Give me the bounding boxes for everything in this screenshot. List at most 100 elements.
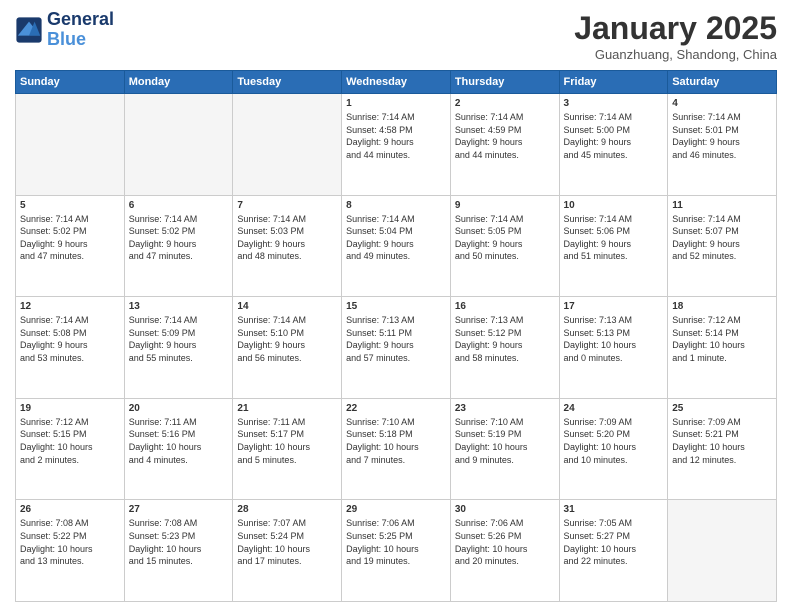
day-info: Sunrise: 7:14 AM Sunset: 5:00 PM Dayligh…: [564, 111, 664, 161]
day-number: 16: [455, 301, 555, 312]
day-number: 21: [237, 403, 337, 414]
calendar-cell-4-0: 26 Sunrise: 7:08 AM Sunset: 5:22 PM Dayli…: [16, 500, 125, 602]
logo-text: General Blue: [47, 10, 114, 50]
day-info: Sunrise: 7:09 AM Sunset: 5:20 PM Dayligh…: [564, 416, 664, 466]
day-info: Sunrise: 7:14 AM Sunset: 5:03 PM Dayligh…: [237, 213, 337, 263]
day-info: Sunrise: 7:13 AM Sunset: 5:12 PM Dayligh…: [455, 314, 555, 364]
calendar-cell-4-4: 30Sunrise: 7:06 AM Sunset: 5:26 PM Dayli…: [450, 500, 559, 602]
calendar-cell-4-3: 29 Sunrise: 7:06 AM Sunset: 5:25 PM Dayli…: [342, 500, 451, 602]
day-number: 5: [20, 200, 120, 211]
day-info: Sunrise: 7:10 AM Sunset: 5:18 PM Dayligh…: [346, 416, 446, 466]
day-info: Sunrise: 7:14 AM Sunset: 5:01 PM Dayligh…: [672, 111, 772, 161]
day-number: 13: [129, 301, 229, 312]
calendar-cell-3-0: 19Sunrise: 7:12 AM Sunset: 5:15 PM Dayli…: [16, 398, 125, 500]
day-info: Sunrise: 7:13 AM Sunset: 5:11 PM Dayligh…: [346, 314, 446, 364]
day-info: Sunrise: 7:10 AM Sunset: 5:19 PM Dayligh…: [455, 416, 555, 466]
calendar-cell-1-5: 10Sunrise: 7:14 AM Sunset: 5:06 PM Dayli…: [559, 195, 668, 297]
day-info: Sunrise: 7:14 AM Sunset: 5:02 PM Dayligh…: [20, 213, 120, 263]
day-info: Sunrise: 7:14 AM Sunset: 5:08 PM Dayligh…: [20, 314, 120, 364]
day-number: 4: [672, 98, 772, 109]
weekday-header-saturday: Saturday: [668, 71, 777, 94]
day-number: 20: [129, 403, 229, 414]
day-number: 18: [672, 301, 772, 312]
calendar-cell-2-5: 17Sunrise: 7:13 AM Sunset: 5:13 PM Dayli…: [559, 297, 668, 399]
page: General Blue January 2025 Guanzhuang, Sh…: [0, 0, 792, 612]
day-number: 7: [237, 200, 337, 211]
day-info: Sunrise: 7:14 AM Sunset: 4:59 PM Dayligh…: [455, 111, 555, 161]
calendar-table: SundayMondayTuesdayWednesdayThursdayFrid…: [15, 70, 777, 602]
calendar-cell-0-4: 2 Sunrise: 7:14 AM Sunset: 4:59 PM Daylig…: [450, 94, 559, 196]
calendar-cell-2-3: 15 Sunrise: 7:13 AM Sunset: 5:11 PM Dayli…: [342, 297, 451, 399]
day-number: 2: [455, 98, 555, 109]
day-info: Sunrise: 7:14 AM Sunset: 5:09 PM Dayligh…: [129, 314, 229, 364]
day-number: 30: [455, 504, 555, 515]
day-info: Sunrise: 7:14 AM Sunset: 5:10 PM Dayligh…: [237, 314, 337, 364]
weekday-header-thursday: Thursday: [450, 71, 559, 94]
day-info: Sunrise: 7:09 AM Sunset: 5:21 PM Dayligh…: [672, 416, 772, 466]
header: General Blue January 2025 Guanzhuang, Sh…: [15, 10, 777, 62]
calendar-cell-1-6: 11 Sunrise: 7:14 AM Sunset: 5:07 PM Dayli…: [668, 195, 777, 297]
calendar-cell-4-6: [668, 500, 777, 602]
day-info: Sunrise: 7:14 AM Sunset: 5:07 PM Dayligh…: [672, 213, 772, 263]
calendar-cell-1-1: 6Sunrise: 7:14 AM Sunset: 5:02 PM Daylig…: [124, 195, 233, 297]
calendar-cell-1-3: 8 Sunrise: 7:14 AM Sunset: 5:04 PM Daylig…: [342, 195, 451, 297]
day-info: Sunrise: 7:14 AM Sunset: 4:58 PM Dayligh…: [346, 111, 446, 161]
weekday-header-friday: Friday: [559, 71, 668, 94]
day-number: 3: [564, 98, 664, 109]
day-number: 24: [564, 403, 664, 414]
weekday-header-wednesday: Wednesday: [342, 71, 451, 94]
day-info: Sunrise: 7:12 AM Sunset: 5:14 PM Dayligh…: [672, 314, 772, 364]
calendar-cell-2-6: 18 Sunrise: 7:12 AM Sunset: 5:14 PM Dayli…: [668, 297, 777, 399]
calendar-week-3: 19Sunrise: 7:12 AM Sunset: 5:15 PM Dayli…: [16, 398, 777, 500]
calendar-cell-4-1: 27 Sunrise: 7:08 AM Sunset: 5:23 PM Dayli…: [124, 500, 233, 602]
day-info: Sunrise: 7:14 AM Sunset: 5:05 PM Dayligh…: [455, 213, 555, 263]
calendar-cell-3-4: 23Sunrise: 7:10 AM Sunset: 5:19 PM Dayli…: [450, 398, 559, 500]
day-number: 8: [346, 200, 446, 211]
day-info: Sunrise: 7:07 AM Sunset: 5:24 PM Dayligh…: [237, 517, 337, 567]
day-number: 12: [20, 301, 120, 312]
day-number: 11: [672, 200, 772, 211]
calendar-cell-0-1: [124, 94, 233, 196]
day-number: 29: [346, 504, 446, 515]
calendar-cell-2-0: 12 Sunrise: 7:14 AM Sunset: 5:08 PM Dayli…: [16, 297, 125, 399]
logo-icon: [15, 16, 43, 44]
day-info: Sunrise: 7:08 AM Sunset: 5:22 PM Dayligh…: [20, 517, 120, 567]
location: Guanzhuang, Shandong, China: [574, 47, 777, 62]
weekday-header-monday: Monday: [124, 71, 233, 94]
weekday-header-sunday: Sunday: [16, 71, 125, 94]
day-number: 19: [20, 403, 120, 414]
calendar-cell-2-2: 14Sunrise: 7:14 AM Sunset: 5:10 PM Dayli…: [233, 297, 342, 399]
calendar-cell-3-1: 20 Sunrise: 7:11 AM Sunset: 5:16 PM Dayli…: [124, 398, 233, 500]
day-info: Sunrise: 7:08 AM Sunset: 5:23 PM Dayligh…: [129, 517, 229, 567]
day-info: Sunrise: 7:14 AM Sunset: 5:06 PM Dayligh…: [564, 213, 664, 263]
day-number: 31: [564, 504, 664, 515]
calendar-cell-0-0: [16, 94, 125, 196]
day-info: Sunrise: 7:14 AM Sunset: 5:04 PM Dayligh…: [346, 213, 446, 263]
calendar-cell-1-2: 7 Sunrise: 7:14 AM Sunset: 5:03 PM Daylig…: [233, 195, 342, 297]
day-number: 15: [346, 301, 446, 312]
day-number: 25: [672, 403, 772, 414]
calendar-week-4: 26 Sunrise: 7:08 AM Sunset: 5:22 PM Dayli…: [16, 500, 777, 602]
day-number: 1: [346, 98, 446, 109]
weekday-header-tuesday: Tuesday: [233, 71, 342, 94]
calendar-cell-3-5: 24 Sunrise: 7:09 AM Sunset: 5:20 PM Dayli…: [559, 398, 668, 500]
calendar-cell-2-1: 13 Sunrise: 7:14 AM Sunset: 5:09 PM Dayli…: [124, 297, 233, 399]
day-info: Sunrise: 7:11 AM Sunset: 5:17 PM Dayligh…: [237, 416, 337, 466]
calendar-week-1: 5 Sunrise: 7:14 AM Sunset: 5:02 PM Daylig…: [16, 195, 777, 297]
calendar-cell-0-5: 3 Sunrise: 7:14 AM Sunset: 5:00 PM Daylig…: [559, 94, 668, 196]
calendar-cell-0-3: 1 Sunrise: 7:14 AM Sunset: 4:58 PM Daylig…: [342, 94, 451, 196]
calendar-cell-3-2: 21 Sunrise: 7:11 AM Sunset: 5:17 PM Dayli…: [233, 398, 342, 500]
day-info: Sunrise: 7:05 AM Sunset: 5:27 PM Dayligh…: [564, 517, 664, 567]
day-number: 26: [20, 504, 120, 515]
calendar-cell-2-4: 16 Sunrise: 7:13 AM Sunset: 5:12 PM Dayli…: [450, 297, 559, 399]
logo-line2: Blue: [47, 30, 114, 50]
day-number: 27: [129, 504, 229, 515]
calendar-cell-4-5: 31 Sunrise: 7:05 AM Sunset: 5:27 PM Dayli…: [559, 500, 668, 602]
day-number: 22: [346, 403, 446, 414]
logo: General Blue: [15, 10, 114, 50]
calendar-header-row: SundayMondayTuesdayWednesdayThursdayFrid…: [16, 71, 777, 94]
title-area: January 2025 Guanzhuang, Shandong, China: [574, 10, 777, 62]
day-info: Sunrise: 7:06 AM Sunset: 5:25 PM Dayligh…: [346, 517, 446, 567]
calendar-cell-1-0: 5 Sunrise: 7:14 AM Sunset: 5:02 PM Daylig…: [16, 195, 125, 297]
day-info: Sunrise: 7:11 AM Sunset: 5:16 PM Dayligh…: [129, 416, 229, 466]
